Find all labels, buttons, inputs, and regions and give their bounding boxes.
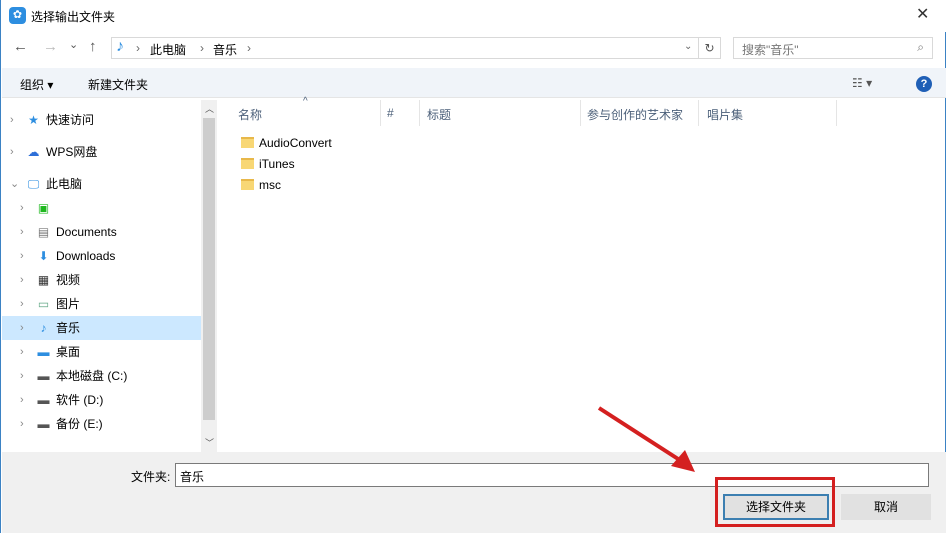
tree-item-label: Documents <box>56 225 117 239</box>
chevron-right-icon[interactable]: › <box>20 340 24 364</box>
tree-item-label: 图片 <box>56 297 81 311</box>
toolbar: 组织 ▾ 新建文件夹 ☷ ▾ ? <box>2 68 946 98</box>
document-icon: ▤ <box>37 225 50 239</box>
tree-item[interactable]: › ⬇ Downloads <box>2 244 201 268</box>
column-number[interactable]: # <box>387 106 394 120</box>
title-bar <box>1 0 946 32</box>
scroll-down-icon[interactable]: ﹀ <box>205 436 214 449</box>
tree-item[interactable]: › ♪ 音乐 <box>2 316 201 340</box>
folder-label: 文件夹: <box>131 470 171 484</box>
close-button[interactable]: ✕ <box>916 4 929 24</box>
chevron-right-icon[interactable]: › <box>20 412 24 436</box>
folder-name: msc <box>259 178 281 192</box>
folder-icon <box>241 158 254 169</box>
video-icon: ▦ <box>37 273 50 287</box>
tree-item[interactable]: › ▬ 桌面 <box>2 340 201 364</box>
tree-item[interactable]: › ☁ WPS网盘 <box>2 140 201 164</box>
tree-item-label: WPS网盘 <box>46 145 98 159</box>
tree-item-label: 备份 (E:) <box>56 417 103 431</box>
recent-locations-button[interactable]: ⌄ <box>69 38 78 51</box>
chevron-right-icon: › <box>136 41 140 55</box>
chevron-down-icon[interactable]: ⌄ <box>684 41 692 52</box>
drive-icon: ▬ <box>37 393 50 407</box>
tree-item[interactable]: › ▬ 本地磁盘 (C:) <box>2 364 201 388</box>
folder-icon <box>241 137 254 148</box>
drive-icon: ▬ <box>37 417 50 431</box>
tree-item[interactable]: ⌄ 🖵 此电脑 <box>2 172 201 196</box>
navigation-tree: › ★ 快速访问 › ☁ WPS网盘 ⌄ 🖵 此电脑 › ▣ › ▤ Document… <box>2 100 201 452</box>
chevron-right-icon: › <box>247 41 251 55</box>
scroll-up-icon[interactable]: ︿ <box>205 102 214 115</box>
chevron-right-icon[interactable]: › <box>10 108 14 132</box>
tree-item-label: 软件 (D:) <box>56 393 104 407</box>
view-options-button[interactable]: ☷ ▾ <box>852 76 872 90</box>
download-icon: ⬇ <box>38 249 49 263</box>
back-button[interactable]: ← <box>13 38 28 55</box>
new-folder-button[interactable]: 新建文件夹 <box>88 76 148 93</box>
chevron-right-icon[interactable]: › <box>20 268 24 292</box>
cloud-icon: ☁ <box>27 145 40 159</box>
chevron-right-icon[interactable]: › <box>20 220 24 244</box>
organize-button[interactable]: 组织 ▾ <box>20 76 53 93</box>
chevron-right-icon[interactable]: › <box>20 388 24 412</box>
music-icon: ♪ <box>116 38 124 55</box>
chevron-right-icon[interactable]: › <box>20 244 24 268</box>
tree-item-label: 快速访问 <box>46 113 95 127</box>
search-placeholder: 搜索"音乐" <box>742 43 799 57</box>
star-icon: ★ <box>28 113 39 127</box>
tree-item-label: 此电脑 <box>46 177 83 191</box>
column-name[interactable]: 名称 <box>238 106 262 123</box>
tree-item[interactable]: › ★ 快速访问 <box>2 108 201 132</box>
chevron-right-icon[interactable]: › <box>20 196 24 220</box>
search-input[interactable]: 搜索"音乐" ⌕ <box>733 37 933 59</box>
select-folder-button[interactable]: 选择文件夹 <box>723 494 829 520</box>
tree-item-label: 音乐 <box>56 321 81 335</box>
column-album[interactable]: 唱片集 <box>707 106 743 123</box>
forward-button[interactable]: → <box>43 38 58 55</box>
tree-item[interactable]: › ▦ 视频 <box>2 268 201 292</box>
desktop-icon: ▬ <box>37 345 50 359</box>
tree-item[interactable]: › ▭ 图片 <box>2 292 201 316</box>
refresh-button[interactable]: ↻ <box>699 37 721 59</box>
folder-icon <box>241 179 254 190</box>
tree-item[interactable]: › ▬ 备份 (E:) <box>2 412 201 436</box>
address-bar[interactable]: ♪ › 此电脑 › 音乐 › ⌄ <box>111 37 699 59</box>
breadcrumb-this-pc[interactable]: 此电脑 <box>150 41 186 58</box>
cancel-button[interactable]: 取消 <box>841 494 931 520</box>
tree-item-label: 视频 <box>56 273 81 287</box>
tree-item[interactable]: › ▣ <box>2 196 201 220</box>
tree-item-label: 本地磁盘 (C:) <box>56 369 128 383</box>
iqiyi-icon: ▣ <box>37 201 50 215</box>
red-arrow-annotation <box>597 406 695 472</box>
help-button[interactable]: ? <box>916 76 932 92</box>
computer-icon: 🖵 <box>27 177 40 191</box>
tree-item[interactable]: › ▤ Documents <box>2 220 201 244</box>
chevron-right-icon: › <box>200 41 204 55</box>
tree-item-label: 桌面 <box>56 345 81 359</box>
search-icon: ⌕ <box>917 40 924 54</box>
chevron-right-icon[interactable]: › <box>20 316 24 340</box>
music-icon: ♪ <box>40 321 47 335</box>
column-headers: 名称 ^ # 标题 参与创作的艺术家 唱片集 <box>217 96 946 126</box>
sort-ascending-icon: ^ <box>303 96 308 107</box>
up-button[interactable]: ↑ <box>89 38 97 55</box>
tree-item-label: Downloads <box>56 249 116 263</box>
chevron-right-icon[interactable]: › <box>20 364 24 388</box>
folder-name: AudioConvert <box>259 136 332 150</box>
chevron-right-icon[interactable]: › <box>10 140 14 164</box>
picture-icon: ▭ <box>37 297 50 311</box>
column-artist[interactable]: 参与创作的艺术家 <box>587 106 683 123</box>
scrollbar-thumb[interactable] <box>203 118 215 420</box>
drive-icon: ▬ <box>37 369 50 383</box>
chevron-right-icon[interactable]: › <box>20 292 24 316</box>
chevron-down-icon[interactable]: ⌄ <box>10 172 19 196</box>
folder-name: iTunes <box>259 157 295 171</box>
column-title[interactable]: 标题 <box>427 106 451 123</box>
tree-item[interactable]: › ▬ 软件 (D:) <box>2 388 201 412</box>
app-icon: ✿ <box>9 7 26 24</box>
breadcrumb-music[interactable]: 音乐 <box>213 41 237 58</box>
window-title: 选择输出文件夹 <box>31 10 116 24</box>
